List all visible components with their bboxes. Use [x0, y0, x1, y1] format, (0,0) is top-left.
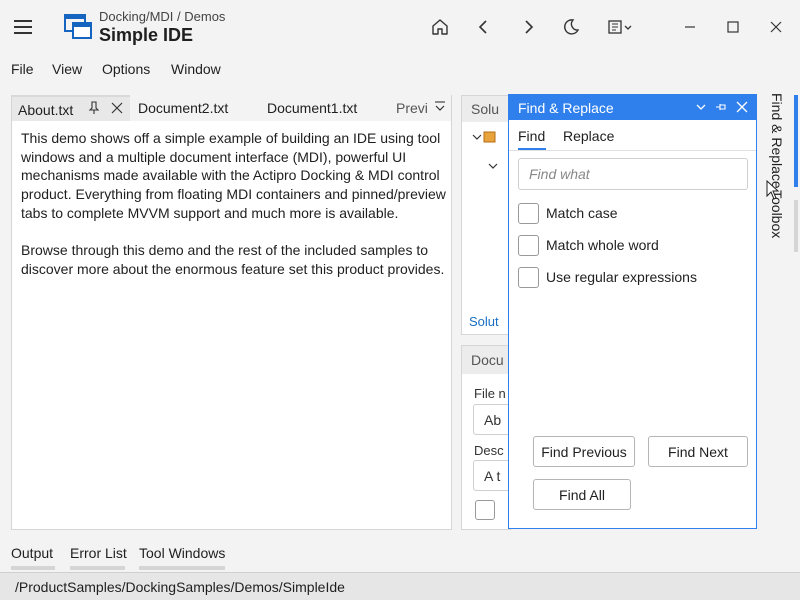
find-replace-titlebar[interactable]: Find & Replace: [509, 95, 756, 120]
menu-bar: File View Options Window: [0, 58, 800, 82]
window-menu-icon[interactable]: [604, 14, 638, 40]
close-icon[interactable]: [734, 99, 750, 115]
tree-expand-icon[interactable]: [488, 158, 498, 174]
document-content[interactable]: This demo shows off a simple example of …: [21, 129, 446, 297]
home-icon[interactable]: [427, 14, 453, 40]
menu-view[interactable]: View: [52, 61, 82, 77]
close-icon[interactable]: [763, 14, 789, 40]
breadcrumb: Docking/MDI / Demos: [99, 9, 226, 24]
tree-expand-icon[interactable]: [472, 130, 496, 147]
find-next-button[interactable]: Find Next: [648, 436, 748, 467]
mouse-cursor-icon: [766, 179, 780, 203]
match-case-option[interactable]: Match case: [518, 202, 618, 224]
tab-replace[interactable]: Replace: [563, 128, 614, 144]
tab-output[interactable]: Output: [11, 545, 53, 561]
menu-icon[interactable]: [14, 20, 32, 34]
tab-tool-windows[interactable]: Tool Windows: [139, 545, 225, 561]
pin-icon[interactable]: [88, 101, 100, 118]
title-bar: Docking/MDI / Demos Simple IDE: [0, 0, 800, 56]
file-name-field[interactable]: Ab: [473, 404, 510, 435]
tab-error-list[interactable]: Error List: [70, 545, 127, 561]
theme-moon-icon[interactable]: [558, 14, 584, 40]
solution-explorer-panel: Solu Solut: [461, 95, 511, 335]
document-properties-panel: Docu File n Ab Desc A t: [461, 345, 511, 530]
document-paragraph: This demo shows off a simple example of …: [21, 130, 446, 221]
app-title: Simple IDE: [99, 25, 194, 45]
tab-document2-txt[interactable]: Document2.txt: [138, 95, 262, 121]
match-case-checkbox[interactable]: [518, 202, 539, 224]
minimize-icon[interactable]: [677, 14, 703, 40]
description-field[interactable]: A t: [473, 460, 510, 491]
tab-close-icon[interactable]: [111, 101, 123, 117]
tab-preview[interactable]: Previ: [396, 95, 432, 121]
tab-label: About.txt: [18, 102, 74, 118]
match-whole-word-checkbox[interactable]: [518, 234, 539, 256]
tab-tool-windows-bar: [139, 566, 225, 570]
file-name-label: File n: [474, 386, 506, 401]
regex-option[interactable]: Use regular expressions: [518, 266, 697, 288]
find-all-button[interactable]: Find All: [533, 479, 631, 510]
regex-label: Use regular expressions: [546, 269, 697, 285]
tab-find[interactable]: Find: [518, 128, 545, 144]
forward-icon[interactable]: [515, 14, 541, 40]
property-checkbox[interactable]: [475, 500, 495, 520]
document-properties-header[interactable]: Docu: [462, 346, 510, 374]
tab-error-list-bar: [70, 566, 125, 570]
tab-overflow-icon[interactable]: [434, 100, 446, 117]
tab-separator: [509, 150, 756, 151]
regex-checkbox[interactable]: [518, 266, 539, 288]
find-what-input[interactable]: [518, 158, 748, 190]
tab-output-bar: [11, 566, 55, 570]
document-tabs: About.txt Document2.txt Document1.txt Pr…: [12, 95, 451, 121]
menu-options[interactable]: Options: [102, 61, 150, 77]
app-logo: [64, 14, 92, 40]
status-bar: /ProductSamples/DockingSamples/Demos/Sim…: [0, 572, 800, 600]
match-whole-word-label: Match whole word: [546, 237, 659, 253]
solution-explorer-header[interactable]: Solu: [462, 96, 510, 122]
match-whole-word-option[interactable]: Match whole word: [518, 234, 659, 256]
side-tab-indicator: [794, 200, 798, 252]
description-label: Desc: [474, 443, 504, 458]
active-side-tab-indicator: [794, 95, 798, 187]
find-replace-window: Find & Replace Find Replace Match case M…: [508, 94, 757, 529]
side-tab-find-replace[interactable]: Find & Replace: [769, 93, 785, 189]
find-replace-title: Find & Replace: [518, 100, 614, 116]
back-icon[interactable]: [471, 14, 497, 40]
menu-window[interactable]: Window: [171, 61, 221, 77]
document-paragraph: Browse through this demo and the rest of…: [21, 242, 445, 277]
chevron-down-icon[interactable]: [693, 99, 709, 115]
menu-file[interactable]: File: [11, 61, 34, 77]
match-case-label: Match case: [546, 205, 618, 221]
solution-explorer-link[interactable]: Solut: [469, 314, 499, 329]
find-previous-button[interactable]: Find Previous: [533, 436, 635, 467]
status-path: /ProductSamples/DockingSamples/Demos/Sim…: [15, 579, 345, 595]
maximize-icon[interactable]: [720, 14, 746, 40]
tab-document1-txt[interactable]: Document1.txt: [267, 95, 387, 121]
pin-icon[interactable]: [713, 99, 729, 115]
